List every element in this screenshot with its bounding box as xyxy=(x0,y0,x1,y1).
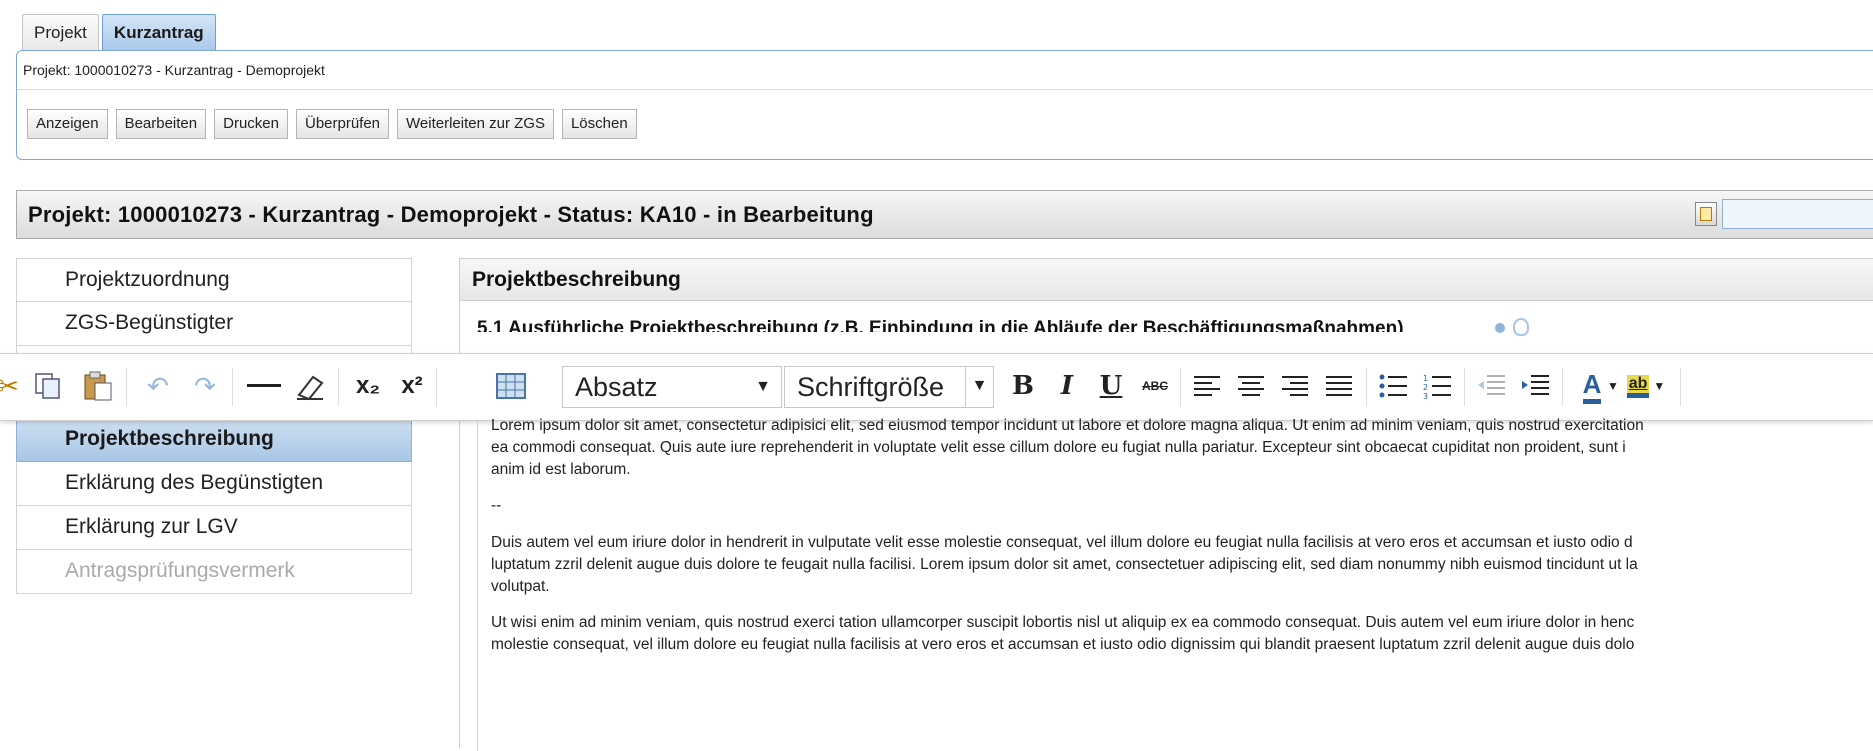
undo-icon[interactable]: ↶ xyxy=(138,366,178,406)
action-buttons: Anzeigen Bearbeiten Drucken Überprüfen W… xyxy=(27,109,645,139)
bold-icon[interactable]: B xyxy=(1003,366,1043,406)
editor-line: Lorem ipsum dolor sit amet, consectetur … xyxy=(491,417,1644,434)
format-select-value: Absatz xyxy=(575,372,658,402)
sidebar-item-erklaerung-beguenstigten[interactable]: Erklärung des Begünstigten xyxy=(16,462,412,506)
bearbeiten-button[interactable]: Bearbeiten xyxy=(115,109,207,139)
editor-line: anim id est laborum. xyxy=(491,461,631,478)
highlight-color-icon[interactable]: ab ▼ xyxy=(1622,366,1670,406)
sidebar-item-projektzuordnung[interactable]: Projektzuordnung xyxy=(16,258,412,302)
align-right-icon[interactable] xyxy=(1275,366,1315,406)
divider xyxy=(338,368,339,406)
editor-line: volutpat. xyxy=(491,578,550,595)
editor-line: ea commodi consequat. Quis aute iure rep… xyxy=(491,439,1626,456)
align-justify-icon[interactable] xyxy=(1319,366,1359,406)
align-center-icon[interactable] xyxy=(1231,366,1271,406)
weiterleiten-button[interactable]: Weiterleiten zur ZGS xyxy=(397,109,554,139)
page-title: Projekt: 1000010273 - Kurzantrag - Demop… xyxy=(28,202,874,227)
format-select[interactable]: Absatz ▼ xyxy=(562,366,782,408)
superscript-icon[interactable]: x² xyxy=(392,366,432,406)
breadcrumb: Projekt: 1000010273 - Kurzantrag - Demop… xyxy=(23,62,325,78)
section-title: Projektbeschreibung xyxy=(472,268,681,291)
paste-icon[interactable] xyxy=(78,366,118,406)
editor-line: -- xyxy=(491,497,502,514)
sidebar-item-antragspruefungsvermerk: Antragsprüfungsvermerk xyxy=(16,550,412,594)
sidebar-item-zgs-beguenstigter[interactable]: ZGS-Begünstigter xyxy=(16,302,412,346)
tab-bar: Projekt Kurzantrag xyxy=(22,14,219,51)
bullet-list-icon[interactable] xyxy=(1373,366,1413,406)
page-header: Projekt: 1000010273 - Kurzantrag - Demop… xyxy=(16,190,1873,239)
cut-icon[interactable]: ✂ xyxy=(0,366,28,406)
outdent-icon[interactable] xyxy=(1471,366,1511,406)
align-left-icon[interactable] xyxy=(1187,366,1227,406)
divider xyxy=(126,368,127,406)
eraser-icon[interactable] xyxy=(290,366,330,406)
divider xyxy=(17,89,1873,90)
underline-icon[interactable]: U xyxy=(1091,366,1131,406)
copy-icon[interactable] xyxy=(28,366,68,406)
highlight-glyph: ab xyxy=(1626,374,1650,398)
ueberpruefen-button[interactable]: Überprüfen xyxy=(295,109,390,139)
divider xyxy=(1680,368,1681,406)
divider xyxy=(1562,368,1563,406)
editor-line: luptatum zzril delenit augue duis dolore… xyxy=(491,556,1638,573)
rich-text-editor[interactable]: Lorem ipsum dolor sit amet, consectetur … xyxy=(477,417,1873,751)
chevron-down-icon: ▼ xyxy=(965,366,993,408)
editor-line: molestie consequat, vel illum dolore eu … xyxy=(491,636,1635,653)
section-header: Projektbeschreibung xyxy=(459,258,1873,301)
sidebar-nav: Projektzuordnung ZGS-Begünstigter Projek… xyxy=(16,258,412,594)
font-size-select-value: Schriftgröße xyxy=(797,372,945,402)
svg-text:1: 1 xyxy=(1423,374,1428,383)
loeschen-button[interactable]: Löschen xyxy=(561,109,637,139)
divider xyxy=(1180,368,1181,406)
font-color-glyph: A xyxy=(1582,369,1602,404)
notes-icon[interactable] xyxy=(1695,202,1717,226)
help-bullet-icon[interactable] xyxy=(1495,323,1505,333)
numbered-list-icon[interactable]: 123 xyxy=(1417,366,1457,406)
strikethrough-icon[interactable]: ABC xyxy=(1135,366,1175,406)
chevron-down-icon: ▼ xyxy=(1653,379,1666,393)
tab-kurzantrag[interactable]: Kurzantrag xyxy=(101,14,216,51)
divider xyxy=(1366,368,1367,406)
tab-panel: Projekt: 1000010273 - Kurzantrag - Demop… xyxy=(16,50,1873,160)
sidebar-item-erklaerung-lgv[interactable]: Erklärung zur LGV xyxy=(16,506,412,550)
divider xyxy=(436,368,437,406)
font-size-select[interactable]: Schriftgröße ▼ xyxy=(784,366,994,408)
tab-projekt[interactable]: Projekt xyxy=(22,14,99,51)
svg-text:3: 3 xyxy=(1423,392,1428,399)
divider xyxy=(459,258,460,748)
horizontal-rule-icon[interactable] xyxy=(244,366,284,406)
editor-toolbar: ✂ ↶ ↷ x₂ x² Absatz ▼ Schriftgröße ▼ B I … xyxy=(0,353,1873,421)
table-icon[interactable] xyxy=(491,366,531,406)
hint-bulb-icon[interactable] xyxy=(1513,318,1529,336)
chevron-down-icon[interactable]: ▼ xyxy=(1604,366,1622,406)
editor-line: Ut wisi enim ad minim veniam, quis nostr… xyxy=(491,614,1635,631)
redo-icon[interactable]: ↷ xyxy=(185,366,225,406)
drucken-button[interactable]: Drucken xyxy=(214,109,288,139)
italic-icon[interactable]: I xyxy=(1047,366,1087,406)
editor-line: Duis autem vel eum iriure dolor in hendr… xyxy=(491,534,1633,551)
indent-icon[interactable] xyxy=(1515,366,1555,406)
divider xyxy=(232,368,233,406)
question-label: 5.1 Ausführliche Projektbeschreibung (z.… xyxy=(477,318,1404,332)
quick-search-input[interactable] xyxy=(1722,199,1873,229)
subscript-icon[interactable]: x₂ xyxy=(348,366,388,406)
chevron-down-icon: ▼ xyxy=(755,378,771,395)
divider xyxy=(1464,368,1465,406)
anzeigen-button[interactable]: Anzeigen xyxy=(27,109,108,139)
question-icons xyxy=(1495,318,1529,336)
svg-text:2: 2 xyxy=(1423,383,1428,392)
sidebar-item-projektbeschreibung[interactable]: Projektbeschreibung xyxy=(16,418,412,462)
